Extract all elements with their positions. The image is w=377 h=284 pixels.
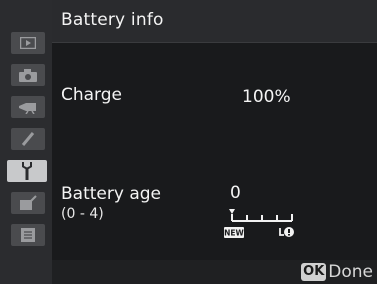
age-scale-ruler bbox=[231, 214, 293, 222]
charge-label: Charge bbox=[61, 85, 123, 105]
sidebar-tab-setup[interactable] bbox=[7, 160, 47, 182]
ok-done-button[interactable]: OK Done bbox=[301, 262, 373, 282]
battery-age-scale: NEW bbox=[224, 209, 294, 238]
battery-age-range: (0 - 4) bbox=[61, 206, 104, 222]
pencil-icon bbox=[21, 132, 35, 146]
battery-info-panel: Charge 100% Battery age (0 - 4) 0 NEW bbox=[52, 43, 377, 284]
sidebar-tab-movie[interactable] bbox=[11, 96, 45, 118]
battery-age-value: 0 bbox=[230, 183, 241, 203]
sidebar-tab-my-menu[interactable] bbox=[11, 224, 45, 246]
my-menu-icon bbox=[21, 228, 35, 242]
charge-value: 100% bbox=[242, 87, 291, 107]
wrench-icon bbox=[22, 162, 32, 180]
menu-header: Battery info bbox=[52, 0, 377, 43]
age-pointer-marker bbox=[229, 209, 235, 214]
playback-icon bbox=[20, 37, 36, 49]
menu-sidebar bbox=[0, 0, 52, 284]
sidebar-tab-playback[interactable] bbox=[11, 32, 45, 54]
movie-camera-icon bbox=[19, 103, 36, 114]
new-badge: NEW bbox=[224, 227, 245, 238]
sidebar-tab-retouch[interactable] bbox=[11, 192, 45, 214]
sidebar-tab-shooting[interactable] bbox=[11, 64, 45, 86]
battery-replace-icon bbox=[279, 227, 294, 237]
camera-icon bbox=[19, 68, 37, 82]
done-label: Done bbox=[328, 262, 373, 282]
ok-badge: OK bbox=[301, 263, 327, 281]
page-title: Battery info bbox=[61, 10, 164, 30]
retouch-icon bbox=[20, 195, 37, 210]
sidebar-tab-custom[interactable] bbox=[11, 128, 45, 150]
svg-text:NEW: NEW bbox=[224, 229, 244, 238]
battery-age-label: Battery age bbox=[61, 184, 161, 204]
